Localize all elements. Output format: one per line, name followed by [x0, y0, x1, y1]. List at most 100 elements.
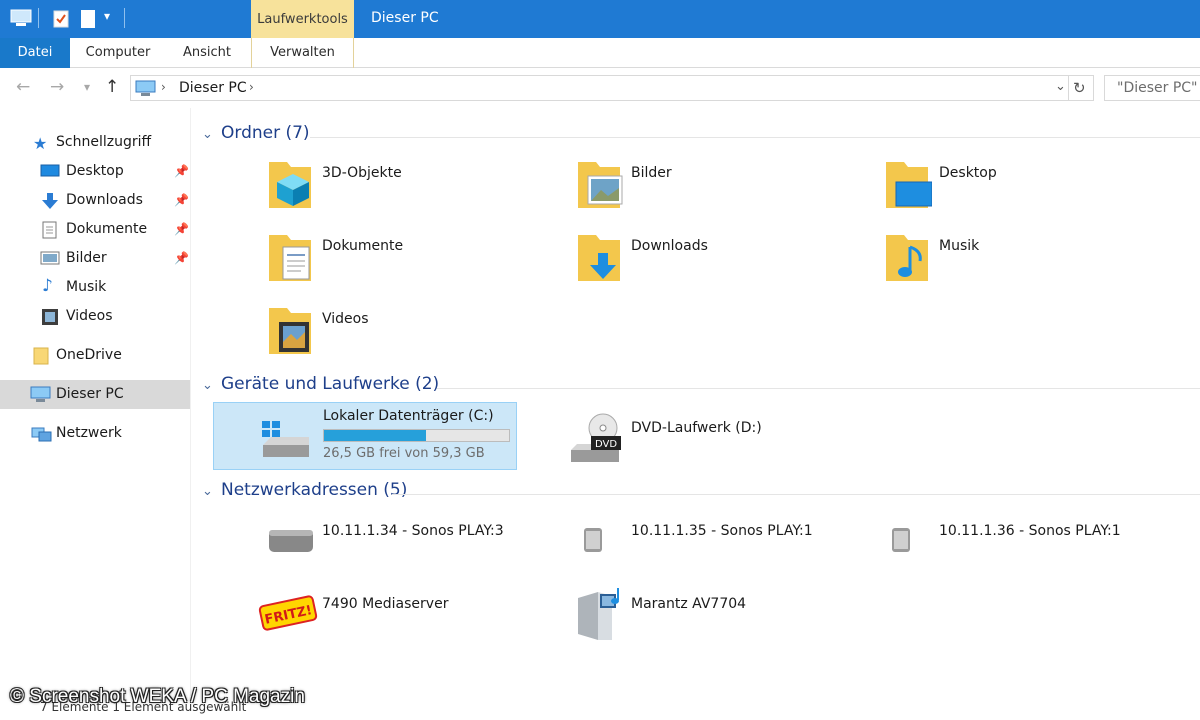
folder-label: Bilder	[631, 165, 672, 181]
address-row: ← → ▾ ↑ › Dieser PC › ⌄ ↻ "Dieser PC" d	[0, 68, 1200, 108]
breadcrumb[interactable]: Dieser PC	[179, 80, 247, 96]
tab-view[interactable]: Ansicht	[170, 38, 244, 68]
sidebar-item-label: Schnellzugriff	[56, 134, 152, 150]
chevron-right-icon[interactable]: ›	[161, 80, 166, 94]
recent-locations-icon[interactable]: ▾	[84, 80, 90, 94]
sidebar-item-desktop[interactable]: Desktop 📌	[0, 157, 190, 186]
folder-downloads[interactable]: Downloads	[576, 231, 708, 287]
star-icon: ★	[33, 134, 48, 153]
up-arrow-icon[interactable]: ↑	[105, 77, 119, 97]
chevron-right-icon[interactable]: ›	[249, 80, 254, 94]
computer-icon[interactable]	[10, 9, 32, 27]
capacity-bar	[323, 429, 510, 442]
ribbon-tabs: Datei Computer Ansicht Verwalten	[0, 38, 1200, 68]
properties-icon[interactable]	[52, 9, 70, 29]
context-tab-drive-tools: Laufwerktools	[251, 0, 354, 38]
chevron-down-icon[interactable]: ⌄	[1055, 79, 1066, 94]
download-arrow-icon	[42, 193, 58, 209]
refresh-icon[interactable]: ↻	[1073, 79, 1086, 97]
folder-label: Videos	[322, 311, 369, 327]
pin-icon[interactable]: 📌	[174, 251, 189, 265]
computer-icon	[30, 386, 51, 402]
sidebar-item-label: Videos	[66, 308, 113, 324]
network-item-marantz[interactable]: Marantz AV7704	[572, 584, 746, 648]
tab-manage[interactable]: Verwalten	[251, 38, 354, 68]
search-input[interactable]: "Dieser PC" d	[1104, 75, 1200, 101]
separator	[124, 8, 125, 28]
forward-arrow-icon[interactable]: →	[50, 77, 64, 97]
group-title: Netzwerkadressen (5)	[221, 480, 408, 500]
dvd-badge: DVD	[595, 439, 617, 450]
sidebar-item-label: Musik	[66, 279, 107, 295]
sidebar-item-label: OneDrive	[56, 347, 122, 363]
sidebar-item-pictures[interactable]: Bilder 📌	[0, 244, 190, 273]
network-item-label: Marantz AV7704	[631, 596, 747, 612]
folder-label: Downloads	[631, 238, 708, 254]
tab-computer[interactable]: Computer	[78, 38, 158, 68]
group-title: Geräte und Laufwerke (2)	[221, 374, 440, 394]
sidebar-item-this-pc[interactable]: Dieser PC	[0, 380, 190, 409]
folder-3d-objects[interactable]: 3D-Objekte	[267, 158, 402, 214]
drive-dvd-d[interactable]: DVD DVD-Laufwerk (D:)	[567, 412, 762, 468]
pin-icon[interactable]: 📌	[174, 222, 189, 236]
network-item-sonos-play1-a[interactable]: 10.11.1.35 - Sonos PLAY:1	[576, 516, 813, 560]
sidebar-item-onedrive[interactable]: OneDrive	[0, 341, 190, 370]
back-arrow-icon[interactable]: ←	[16, 77, 30, 97]
capacity-bar-fill	[324, 430, 427, 441]
sidebar-item-label: Desktop	[66, 163, 124, 179]
chevron-down-icon[interactable]: ⌄	[202, 378, 213, 393]
customize-quick-access-icon[interactable]: ▾	[104, 9, 110, 23]
document-folder-icon	[269, 235, 311, 281]
video-folder-icon	[269, 308, 311, 354]
drive-local-c[interactable]: Lokaler Datenträger (C:) 26,5 GB frei vo…	[213, 402, 517, 470]
hard-drive-icon	[262, 421, 309, 457]
network-item-label: 10.11.1.34 - Sonos PLAY:3	[322, 523, 504, 539]
network-item-sonos-play1-b[interactable]: 10.11.1.36 - Sonos PLAY:1	[884, 516, 1121, 560]
picture-icon	[40, 251, 60, 265]
sidebar-item-documents[interactable]: Dokumente 📌	[0, 215, 190, 244]
chevron-down-icon[interactable]: ⌄	[202, 127, 213, 142]
picture-folder-icon	[578, 162, 623, 208]
network-item-sonos-play3[interactable]: 10.11.1.34 - Sonos PLAY:3	[267, 516, 504, 560]
window-title: Dieser PC	[371, 10, 439, 26]
folder-label: 3D-Objekte	[322, 165, 402, 181]
dvd-drive-icon: DVD	[571, 413, 621, 462]
title-bar: ▾ Laufwerktools Dieser PC	[0, 0, 1200, 38]
divider	[310, 137, 1200, 138]
network-item-fritz-mediaserver[interactable]: FRITZ! 7490 Mediaserver	[257, 589, 448, 641]
content-pane: ⌄ Ordner (7) 3D-Objekte Bilder Desktop D…	[192, 108, 1200, 720]
sidebar-item-videos[interactable]: Videos	[0, 302, 190, 331]
drive-label: DVD-Laufwerk (D:)	[631, 420, 762, 436]
sidebar-item-label: Downloads	[66, 192, 143, 208]
pin-icon[interactable]: 📌	[174, 164, 189, 178]
copyright-watermark: © Screenshot WEKA / PC Magazin	[10, 686, 305, 707]
network-item-label: 10.11.1.36 - Sonos PLAY:1	[939, 523, 1121, 539]
pin-icon[interactable]: 📌	[174, 193, 189, 207]
sidebar-item-network[interactable]: Netzwerk	[0, 419, 190, 448]
sidebar-item-downloads[interactable]: Downloads 📌	[0, 186, 190, 215]
folder-desktop[interactable]: Desktop	[884, 158, 997, 214]
folder-videos[interactable]: Videos	[267, 304, 369, 360]
divider	[437, 388, 1200, 389]
tab-file[interactable]: Datei	[0, 38, 70, 68]
drive-free-space: 26,5 GB frei von 59,3 GB	[323, 446, 485, 461]
folder-music[interactable]: Musik	[884, 231, 979, 287]
new-folder-icon[interactable]	[80, 9, 96, 29]
sidebar-item-label: Dieser PC	[56, 386, 124, 402]
folder-label: Desktop	[939, 165, 997, 181]
folder-pictures[interactable]: Bilder	[576, 158, 672, 214]
divider	[392, 494, 1200, 495]
sidebar-item-music[interactable]: ♪ Musik	[0, 273, 190, 302]
sidebar-item-quick-access[interactable]: ★ Schnellzugriff	[0, 128, 190, 157]
speaker-icon	[584, 528, 602, 552]
folder-label: Dokumente	[322, 238, 404, 254]
search-placeholder: "Dieser PC" d	[1117, 80, 1200, 96]
download-folder-icon	[578, 235, 620, 281]
folder-documents[interactable]: Dokumente	[267, 231, 403, 287]
desktop-icon	[40, 164, 60, 177]
group-title: Ordner (7)	[221, 123, 310, 143]
drive-label: Lokaler Datenträger (C:)	[323, 408, 494, 424]
chevron-down-icon[interactable]: ⌄	[202, 484, 213, 499]
address-bar[interactable]: › Dieser PC › ⌄ ↻	[130, 75, 1094, 101]
network-item-label: 7490 Mediaserver	[322, 596, 449, 612]
